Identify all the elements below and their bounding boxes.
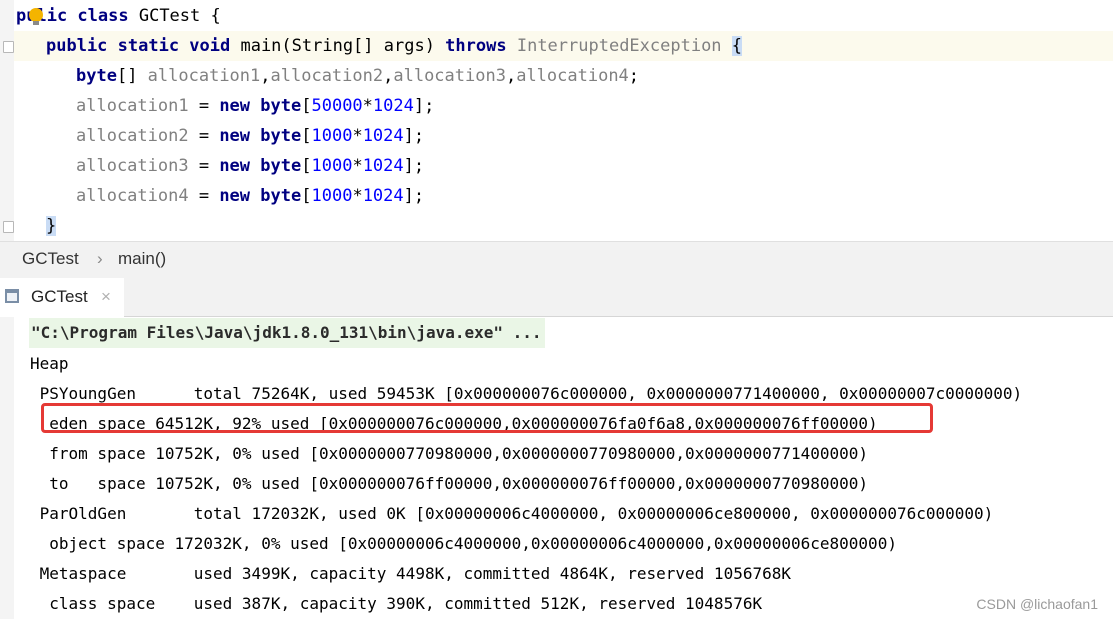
- console-line: to space 10752K, 0% used [0x000000076ff0…: [30, 474, 869, 493]
- run-tool-window-header: GCTest ×: [0, 278, 1113, 319]
- console-icon: [5, 289, 19, 303]
- keyword: new: [219, 96, 251, 116]
- console-line: Heap: [30, 354, 69, 373]
- number-literal: 1024: [362, 186, 404, 206]
- number-literal: 1000: [311, 126, 353, 146]
- editor-gutter: [0, 0, 14, 241]
- code-token: [: [301, 156, 312, 176]
- fold-marker-icon[interactable]: [3, 41, 14, 53]
- code-editor[interactable]: pulic class GCTest { public static void …: [0, 0, 1113, 241]
- console-line: Metaspace used 3499K, capacity 4498K, co…: [30, 564, 791, 583]
- code-line-declaration[interactable]: byte[] allocation1,allocation2,allocatio…: [76, 61, 639, 91]
- breadcrumb-method[interactable]: main(): [118, 249, 166, 269]
- code-line-main[interactable]: public static void main(String[] args) t…: [46, 31, 743, 61]
- code-token: [: [301, 96, 312, 116]
- chevron-right-icon: ›: [97, 249, 103, 268]
- code-token: ,: [505, 66, 517, 86]
- variable: allocation2: [76, 126, 189, 146]
- code-token: ,: [260, 66, 271, 86]
- console-line: class space used 387K, capacity 390K, co…: [30, 594, 763, 613]
- code-token: =: [188, 96, 220, 116]
- code-token: ];: [413, 96, 435, 116]
- variable: allocation4: [76, 186, 189, 206]
- console-line: object space 172032K, 0% used [0x0000000…: [30, 534, 897, 553]
- keyword: lic class: [36, 6, 129, 26]
- code-token: *: [352, 126, 363, 146]
- breadcrumb-class[interactable]: GCTest: [22, 249, 79, 269]
- number-literal: 1024: [362, 156, 404, 176]
- lightbulb-icon[interactable]: [29, 8, 43, 25]
- watermark: CSDN @lichaofan1: [976, 596, 1098, 612]
- code-token: [: [301, 186, 312, 206]
- code-token: ];: [403, 156, 425, 176]
- code-token: []: [116, 66, 148, 86]
- keyword: new: [219, 186, 251, 206]
- code-token: [: [301, 126, 312, 146]
- keyword: public static void: [46, 36, 231, 56]
- number-literal: 1000: [311, 186, 353, 206]
- code-token: ];: [403, 186, 425, 206]
- exception-type: InterruptedException: [516, 36, 722, 56]
- keyword: byte: [260, 96, 302, 116]
- keyword: byte: [260, 156, 302, 176]
- code-line-assignment[interactable]: allocation4 = new byte[1000*1024];: [76, 181, 424, 211]
- variable: allocation2: [270, 66, 384, 86]
- variable: allocation3: [76, 156, 189, 176]
- code-line-close[interactable]: }: [46, 211, 57, 241]
- variable: allocation3: [393, 66, 506, 86]
- console-gutter: [0, 317, 14, 619]
- code-token: *: [352, 156, 363, 176]
- console-output[interactable]: "C:\Program Files\Java\jdk1.8.0_131\bin\…: [0, 317, 1113, 619]
- code-line-class[interactable]: pulic class GCTest {: [16, 1, 221, 31]
- code-token: ];: [403, 126, 425, 146]
- close-brace: }: [46, 216, 57, 236]
- tab-run-gctest[interactable]: GCTest ×: [0, 278, 124, 319]
- keyword: throws: [445, 36, 507, 56]
- code-token: ,: [383, 66, 394, 86]
- number-literal: 1024: [372, 96, 414, 116]
- open-brace: {: [731, 36, 743, 56]
- keyword: byte: [76, 66, 117, 86]
- method-signature: main(String[] args): [230, 36, 446, 56]
- keyword: byte: [260, 186, 302, 206]
- keyword: new: [219, 126, 251, 146]
- code-line-assignment[interactable]: allocation3 = new byte[1000*1024];: [76, 151, 424, 181]
- number-literal: 1024: [362, 126, 404, 146]
- variable: allocation1: [76, 96, 189, 116]
- code-token: ;: [628, 66, 640, 86]
- highlight-annotation-box: [41, 403, 933, 433]
- console-line: ParOldGen total 172032K, used 0K [0x0000…: [30, 504, 994, 523]
- keyword: new: [219, 156, 251, 176]
- code-token: =: [188, 156, 220, 176]
- number-literal: 1000: [311, 156, 353, 176]
- variable: allocation4: [516, 66, 629, 86]
- breadcrumb: GCTest › main(): [0, 241, 1113, 279]
- code-token: *: [352, 186, 363, 206]
- fold-marker-icon[interactable]: [3, 221, 14, 233]
- variable: allocation1: [147, 66, 261, 86]
- code-line-assignment[interactable]: allocation1 = new byte[50000*1024];: [76, 91, 434, 121]
- number-literal: 50000: [311, 96, 363, 116]
- code-token: =: [188, 186, 220, 206]
- code-line-assignment[interactable]: allocation2 = new byte[1000*1024];: [76, 121, 424, 151]
- keyword: byte: [260, 126, 302, 146]
- class-name: GCTest {: [128, 6, 221, 26]
- code-token: *: [362, 96, 373, 116]
- console-line: from space 10752K, 0% used [0x0000000770…: [30, 444, 869, 463]
- code-token: =: [188, 126, 220, 146]
- close-icon[interactable]: ×: [101, 287, 111, 307]
- console-command-line: "C:\Program Files\Java\jdk1.8.0_131\bin\…: [29, 318, 545, 348]
- tab-label: GCTest: [31, 287, 88, 306]
